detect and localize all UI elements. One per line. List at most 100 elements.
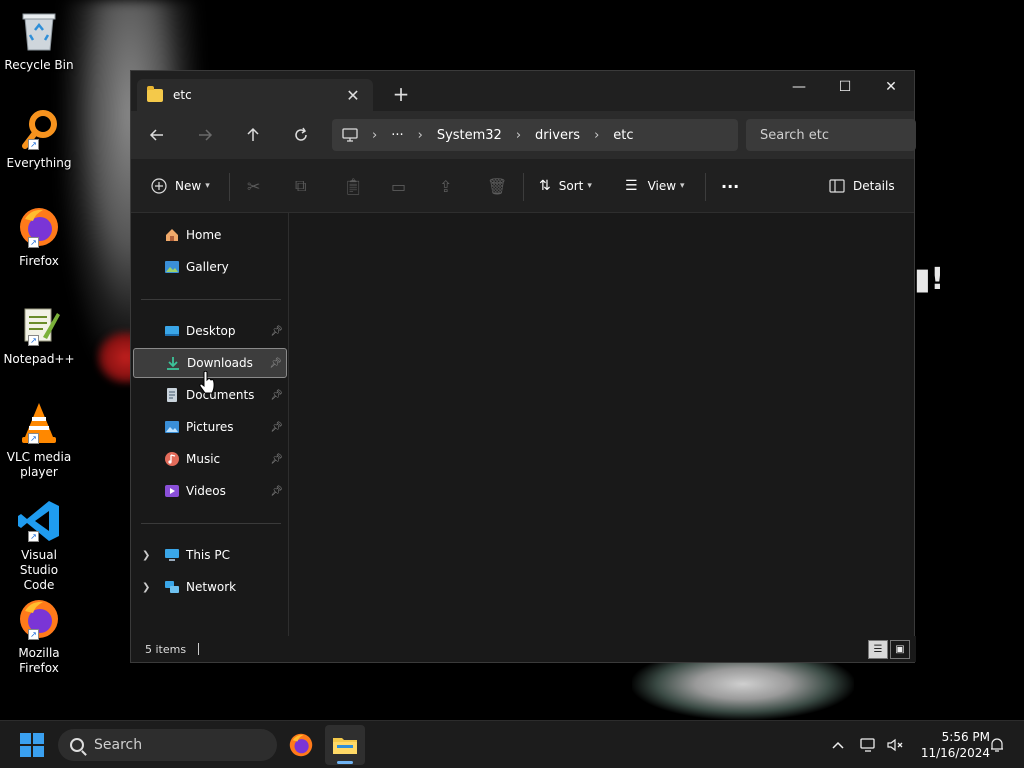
clock[interactable]: 5:56 PM 11/16/2024 bbox=[912, 729, 990, 761]
status-bar: 5 items ☰ ▣ bbox=[131, 636, 916, 662]
nav-item-pictures[interactable]: Pictures 📌︎ bbox=[133, 412, 287, 442]
desktop-icon-label: Mozilla Firefox bbox=[18, 646, 60, 675]
shortcut-arrow-icon: ↗ bbox=[28, 531, 39, 542]
nav-item-label: Documents bbox=[186, 388, 255, 402]
rename-button[interactable]: ▭ bbox=[391, 170, 406, 202]
pin-icon[interactable]: 📌︎ bbox=[270, 454, 283, 465]
taskbar-search-box[interactable] bbox=[58, 729, 277, 761]
desktop-icon-label: Everything bbox=[6, 156, 72, 170]
shortcut-arrow-icon: ↗ bbox=[28, 629, 39, 640]
tab-etc[interactable]: etc ✕ bbox=[137, 79, 373, 111]
refresh-button[interactable] bbox=[285, 119, 317, 151]
desktop-icon-label: Visual Studio Code bbox=[19, 548, 59, 592]
clock-date: 11/16/2024 bbox=[920, 746, 990, 760]
divider bbox=[705, 173, 706, 201]
desktop-icon-notepad-plus-plus[interactable]: ↗ Notepad++ bbox=[2, 302, 76, 367]
nav-item-label: Gallery bbox=[186, 260, 229, 274]
pin-icon[interactable]: 📌︎ bbox=[270, 326, 283, 337]
network-status-button[interactable] bbox=[858, 721, 880, 768]
pin-icon[interactable]: 📌︎ bbox=[270, 390, 283, 401]
maximize-button[interactable]: ☐ bbox=[822, 71, 868, 103]
status-divider bbox=[198, 643, 200, 655]
navigation-pane: Home Gallery Desktop 📌︎ Downloads 📌︎ Doc… bbox=[131, 213, 289, 638]
chevron-up-icon bbox=[832, 741, 844, 749]
windows-start-icon[interactable] bbox=[20, 733, 44, 757]
ellipsis-icon[interactable]: ··· bbox=[391, 128, 403, 143]
view-button[interactable]: ☰ View ▾ bbox=[625, 170, 685, 202]
view-button-label: View bbox=[647, 179, 677, 193]
details-button[interactable]: Details bbox=[829, 170, 895, 202]
file-list-pane[interactable] bbox=[290, 213, 916, 638]
tab-close-icon[interactable]: ✕ bbox=[343, 86, 363, 105]
documents-icon bbox=[164, 387, 180, 403]
paste-button[interactable]: 📋︎ bbox=[343, 170, 363, 202]
window-controls: — ☐ ✕ bbox=[776, 71, 914, 103]
recycle-bin-icon bbox=[16, 8, 62, 54]
chevron-right-icon[interactable]: ❯ bbox=[142, 550, 150, 561]
pin-icon[interactable]: 📌︎ bbox=[269, 358, 282, 369]
nav-item-label: Downloads bbox=[187, 356, 253, 370]
copy-button[interactable]: ⧉ bbox=[295, 170, 306, 202]
chevron-right-icon[interactable]: ❯ bbox=[142, 582, 150, 593]
nav-item-gallery[interactable]: Gallery bbox=[133, 252, 287, 282]
network-icon bbox=[164, 579, 180, 595]
desktop-icon-recycle-bin[interactable]: Recycle Bin bbox=[2, 8, 76, 73]
nav-item-desktop[interactable]: Desktop 📌︎ bbox=[133, 316, 287, 346]
minimize-button[interactable]: — bbox=[776, 71, 822, 103]
sort-button[interactable]: ⇅ Sort ▾ bbox=[539, 170, 592, 202]
pin-icon[interactable]: 📌︎ bbox=[270, 486, 283, 497]
delete-button[interactable]: 🗑︎ bbox=[487, 170, 507, 202]
details-view-icon[interactable]: ☰ bbox=[868, 640, 888, 659]
up-button[interactable] bbox=[237, 119, 269, 151]
wallpaper-ghost bbox=[632, 660, 854, 720]
breadcrumb[interactable]: › ··· › System32 › drivers › etc bbox=[332, 119, 738, 151]
address-bar: › ··· › System32 › drivers › etc bbox=[131, 111, 916, 159]
desktop-icon-firefox[interactable]: ↗ Firefox bbox=[2, 204, 76, 269]
bell-icon bbox=[991, 738, 1003, 752]
forward-button[interactable] bbox=[189, 119, 221, 151]
nav-item-this-pc[interactable]: ❯ This PC bbox=[133, 540, 287, 570]
desktop-icon-mozilla-firefox[interactable]: ↗ Mozilla Firefox bbox=[2, 596, 76, 676]
back-button[interactable] bbox=[141, 119, 173, 151]
share-button[interactable]: ⇪ bbox=[439, 170, 452, 202]
tiles-view-icon[interactable]: ▣ bbox=[890, 640, 910, 659]
firefox-icon: ↗ bbox=[16, 596, 62, 642]
breadcrumb-etc[interactable]: etc bbox=[613, 128, 633, 143]
nav-item-music[interactable]: Music 📌︎ bbox=[133, 444, 287, 474]
new-button[interactable]: New ▾ bbox=[151, 170, 210, 202]
notifications-button[interactable] bbox=[986, 721, 1008, 768]
nav-item-videos[interactable]: Videos 📌︎ bbox=[133, 476, 287, 506]
desktop-icon-vlc[interactable]: ↗ VLC media player bbox=[2, 400, 76, 480]
desktop-icon-label: Recycle Bin bbox=[4, 58, 74, 72]
desktop-icon-vscode[interactable]: ↗ Visual Studio Code bbox=[2, 498, 76, 593]
cut-button[interactable]: ✂ bbox=[247, 170, 260, 202]
plus-circle-icon bbox=[151, 178, 167, 194]
nav-item-home[interactable]: Home bbox=[133, 220, 287, 250]
folder-icon bbox=[147, 85, 163, 102]
monitor-icon[interactable] bbox=[342, 128, 358, 142]
volume-button[interactable] bbox=[884, 721, 906, 768]
breadcrumb-system32[interactable]: System32 bbox=[437, 128, 502, 143]
sort-button-label: Sort bbox=[558, 179, 584, 193]
close-button[interactable]: ✕ bbox=[868, 71, 914, 103]
search-input[interactable] bbox=[760, 127, 910, 143]
computer-icon bbox=[164, 547, 180, 563]
arrow-left-icon bbox=[149, 129, 163, 141]
more-options-button[interactable]: ··· bbox=[721, 170, 739, 202]
breadcrumb-drivers[interactable]: drivers bbox=[535, 128, 580, 143]
arrow-up-icon bbox=[247, 127, 259, 141]
show-hidden-icons-button[interactable] bbox=[828, 721, 848, 768]
pin-icon[interactable]: 📌︎ bbox=[270, 422, 283, 433]
nav-item-network[interactable]: ❯ Network bbox=[133, 572, 287, 602]
music-icon bbox=[164, 451, 180, 467]
taskbar-search-input[interactable] bbox=[94, 737, 264, 753]
new-tab-button[interactable]: + bbox=[387, 83, 415, 107]
firefox-icon bbox=[289, 733, 313, 757]
sort-icon: ⇅ bbox=[539, 178, 551, 194]
taskbar-firefox[interactable] bbox=[281, 725, 321, 765]
desktop-icon-everything[interactable]: ↗ Everything bbox=[2, 106, 76, 171]
copy-icon: ⧉ bbox=[295, 176, 307, 195]
search-box[interactable] bbox=[746, 119, 916, 151]
refresh-icon bbox=[295, 127, 307, 141]
taskbar-file-explorer[interactable] bbox=[325, 725, 365, 765]
